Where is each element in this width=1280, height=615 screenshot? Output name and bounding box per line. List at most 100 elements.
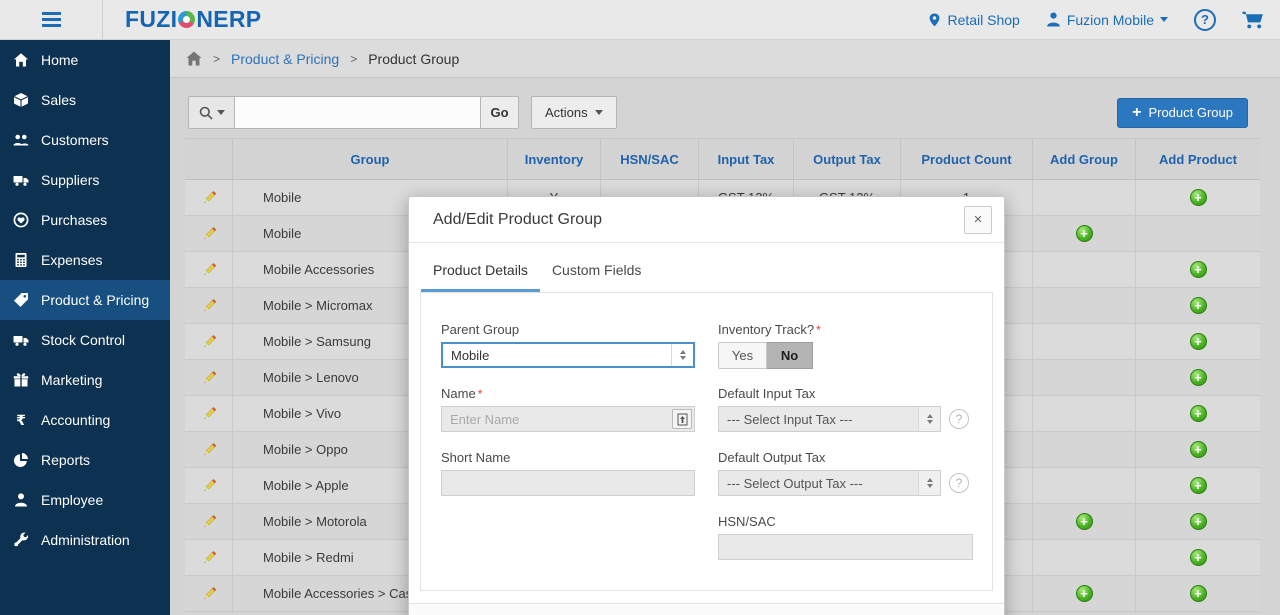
sidebar-item-label: Stock Control: [41, 332, 125, 348]
sidebar-item-accounting[interactable]: ₹ Accounting: [0, 400, 170, 440]
default-input-tax-field: Default Input Tax --- Select Input Tax -…: [718, 387, 973, 432]
name-input[interactable]: [441, 406, 695, 432]
add-product-plus-icon[interactable]: [1190, 189, 1207, 206]
edit-pencil-icon[interactable]: [199, 260, 219, 280]
sidebar-item-expenses[interactable]: Expenses: [0, 240, 170, 280]
edit-pencil-icon[interactable]: [199, 584, 219, 604]
cell-add-group: [1032, 360, 1135, 395]
cell-add-product: [1135, 432, 1260, 467]
edit-pencil-icon[interactable]: [199, 224, 219, 244]
sidebar-item-customers[interactable]: Customers: [0, 120, 170, 160]
sidebar-item-reports[interactable]: Reports: [0, 440, 170, 480]
search-input[interactable]: [235, 96, 481, 129]
short-name-label: Short Name: [441, 451, 695, 465]
sidebar-item-employee[interactable]: Employee: [0, 480, 170, 520]
cell-edit: [185, 288, 232, 323]
cell-add-product: [1135, 180, 1260, 215]
box-icon: [13, 92, 29, 108]
default-output-tax-field: Default Output Tax --- Select Output Tax…: [718, 451, 973, 496]
sidebar-item-home[interactable]: Home: [0, 40, 170, 80]
close-icon: ×: [974, 211, 983, 228]
required-asterisk: *: [816, 323, 821, 337]
user-icon: [1046, 12, 1061, 27]
tab-product-details[interactable]: Product Details: [421, 254, 540, 292]
help-button[interactable]: ?: [1194, 9, 1216, 31]
cell-add-product: [1135, 216, 1260, 251]
edit-pencil-icon[interactable]: [199, 476, 219, 496]
sidebar-item-product-pricing[interactable]: Product & Pricing: [0, 280, 170, 320]
add-product-plus-icon[interactable]: [1190, 513, 1207, 530]
location-selector[interactable]: Retail Shop: [928, 12, 1019, 28]
plus-icon: +: [1132, 105, 1141, 121]
add-product-plus-icon[interactable]: [1190, 261, 1207, 278]
hsn-sac-input[interactable]: [718, 534, 973, 560]
add-product-plus-icon[interactable]: [1190, 333, 1207, 350]
sidebar-item-administration[interactable]: Administration: [0, 520, 170, 560]
add-product-plus-icon[interactable]: [1190, 297, 1207, 314]
name-lov-button[interactable]: [672, 409, 692, 429]
calculator-icon: [13, 252, 29, 268]
cell-add-group: [1032, 432, 1135, 467]
user-menu[interactable]: Fuzion Mobile: [1046, 12, 1168, 28]
inventory-track-toggle: Yes No: [718, 342, 973, 369]
breadcrumb-link-product-pricing[interactable]: Product & Pricing: [231, 51, 339, 67]
add-product-plus-icon[interactable]: [1190, 477, 1207, 494]
cell-edit: [185, 396, 232, 431]
report-toolbar: Go Actions + Product Group: [188, 96, 1248, 129]
edit-pencil-icon[interactable]: [199, 368, 219, 388]
column-header: Inventory: [507, 139, 600, 179]
cell-add-group: [1032, 504, 1135, 539]
search-options-button[interactable]: [188, 96, 235, 129]
add-product-plus-icon[interactable]: [1190, 549, 1207, 566]
dialog-tabs: Product Details Custom Fields: [409, 243, 1004, 292]
sidebar-item-marketing[interactable]: Marketing: [0, 360, 170, 400]
sidebar-item-sales[interactable]: Sales: [0, 80, 170, 120]
dialog-footer: [409, 603, 1004, 615]
edit-pencil-icon[interactable]: [199, 188, 219, 208]
edit-pencil-icon[interactable]: [199, 404, 219, 424]
required-asterisk: *: [478, 387, 483, 401]
parent-group-select[interactable]: Mobile: [441, 342, 695, 368]
sidebar-item-stock-control[interactable]: Stock Control: [0, 320, 170, 360]
column-header: Group: [232, 139, 507, 179]
default-input-tax-select[interactable]: --- Select Input Tax ---: [718, 406, 941, 432]
add-group-plus-icon[interactable]: [1076, 513, 1093, 530]
toggle-no-button[interactable]: No: [767, 342, 813, 369]
output-tax-help-icon[interactable]: ?: [949, 473, 969, 493]
toggle-yes-button[interactable]: Yes: [718, 342, 767, 369]
edit-pencil-icon[interactable]: [199, 512, 219, 532]
add-product-plus-icon[interactable]: [1190, 585, 1207, 602]
sidebar-item-purchases[interactable]: Purchases: [0, 200, 170, 240]
sidebar-item-label: Product & Pricing: [41, 292, 149, 308]
parent-group-label: Parent Group: [441, 323, 695, 337]
tab-custom-fields[interactable]: Custom Fields: [540, 254, 653, 292]
edit-pencil-icon[interactable]: [199, 332, 219, 352]
home-icon[interactable]: [186, 51, 202, 66]
location-pin-icon: [928, 12, 941, 28]
go-button[interactable]: Go: [481, 96, 519, 129]
hamburger-menu-icon[interactable]: [42, 12, 61, 27]
list-picker-icon: [677, 413, 688, 426]
short-name-input[interactable]: [441, 470, 695, 496]
sidebar-item-suppliers[interactable]: Suppliers: [0, 160, 170, 200]
edit-pencil-icon[interactable]: [199, 296, 219, 316]
actions-button[interactable]: Actions: [531, 96, 617, 129]
add-product-plus-icon[interactable]: [1190, 441, 1207, 458]
edit-pencil-icon[interactable]: [199, 440, 219, 460]
add-product-plus-icon[interactable]: [1190, 405, 1207, 422]
default-output-tax-select[interactable]: --- Select Output Tax ---: [718, 470, 941, 496]
cart-icon[interactable]: [1242, 11, 1264, 29]
add-group-plus-icon[interactable]: [1076, 585, 1093, 602]
add-product-plus-icon[interactable]: [1190, 369, 1207, 386]
cell-add-product: [1135, 504, 1260, 539]
inventory-track-label: Inventory Track?: [718, 322, 814, 337]
add-group-plus-icon[interactable]: [1076, 225, 1093, 242]
add-product-group-button[interactable]: + Product Group: [1117, 98, 1248, 128]
input-tax-help-icon[interactable]: ?: [949, 409, 969, 429]
close-button[interactable]: ×: [964, 206, 992, 234]
edit-pencil-icon[interactable]: [199, 548, 219, 568]
wrench-icon: [13, 532, 29, 548]
truck-icon: [13, 332, 29, 348]
add-product-group-label: Product Group: [1148, 105, 1233, 120]
select-spinner-icon: [918, 407, 940, 431]
